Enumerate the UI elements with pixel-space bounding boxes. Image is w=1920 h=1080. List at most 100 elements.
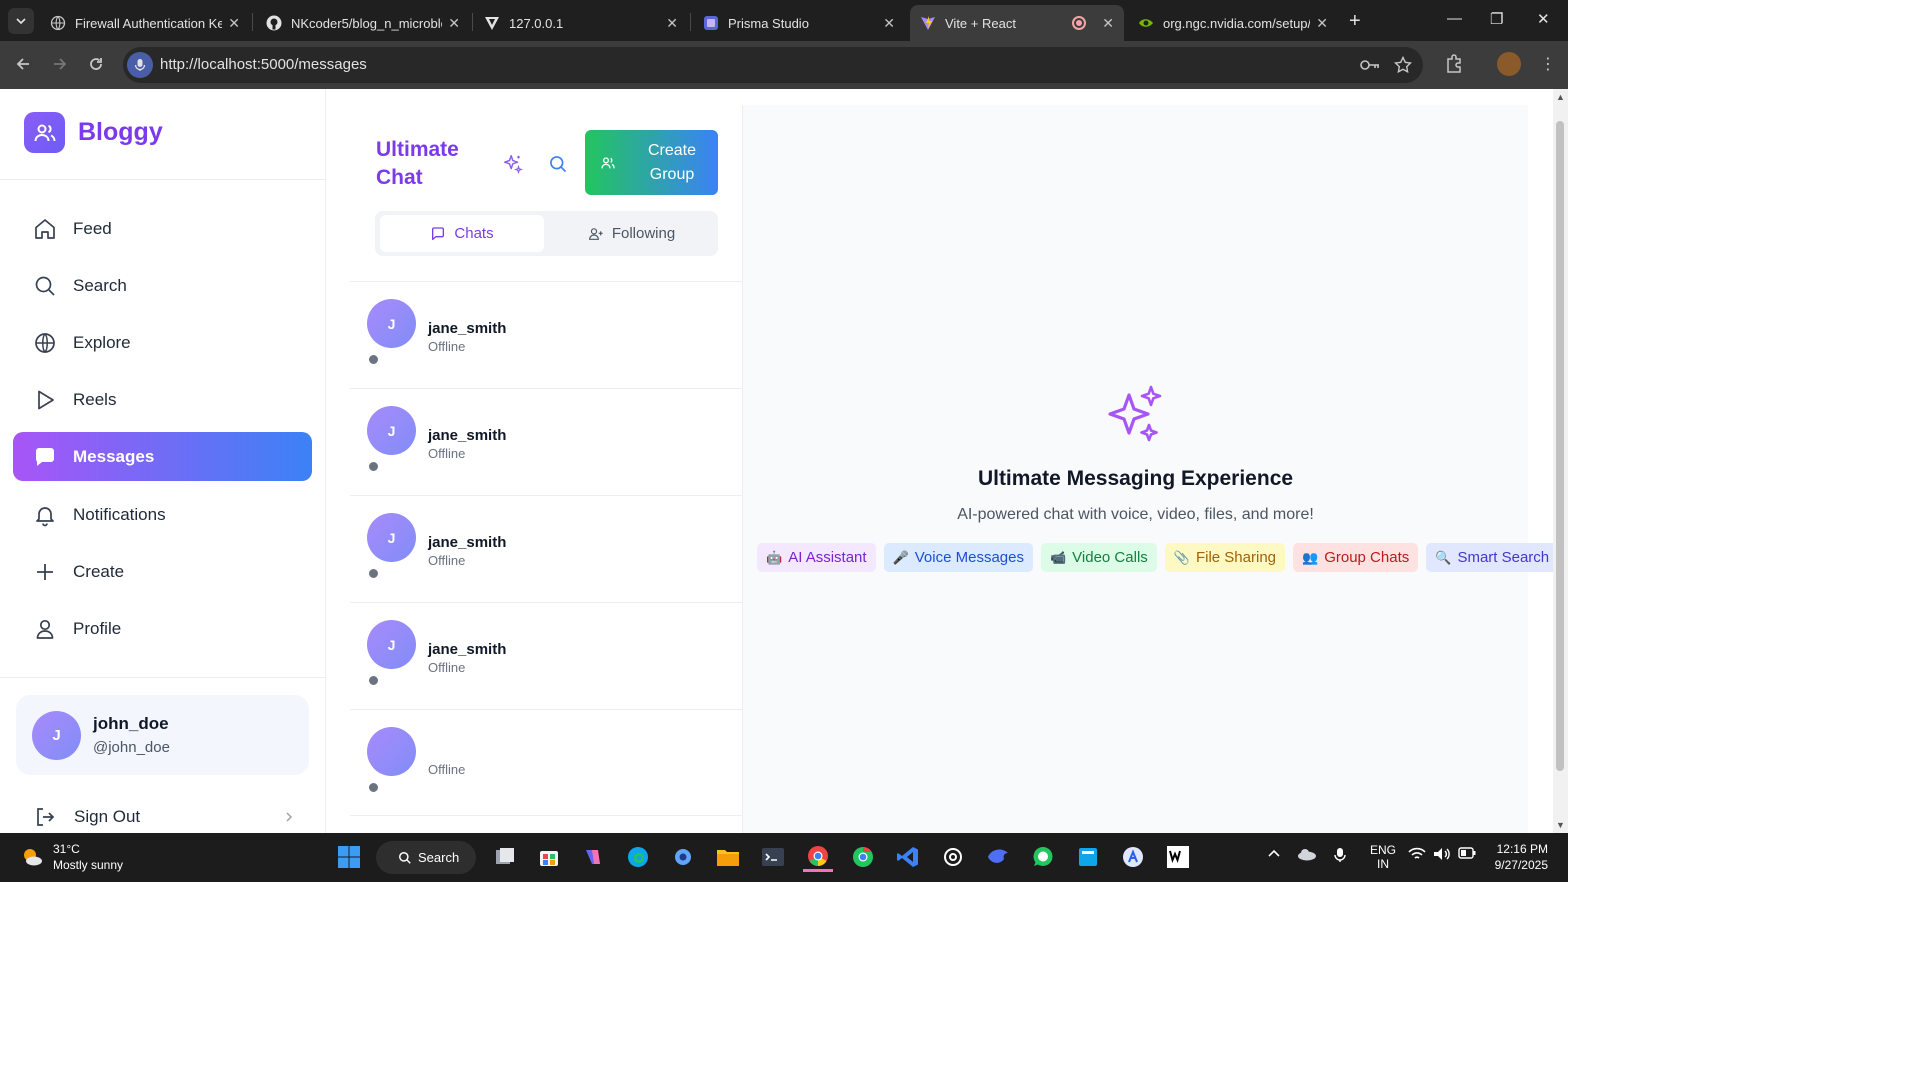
microphone-icon[interactable] <box>127 52 153 78</box>
feature-chip-video-calls: 📹 Video Calls <box>1040 543 1157 572</box>
whatsapp-icon[interactable] <box>1028 842 1058 872</box>
sign-out-label: Sign Out <box>74 807 141 826</box>
onedrive-icon[interactable] <box>1297 847 1317 861</box>
close-icon[interactable]: ✕ <box>666 15 678 32</box>
system-clock[interactable]: 12:16 PM 9/27/2025 <box>1490 841 1548 873</box>
browser-tab[interactable]: Prisma Studio ✕ <box>693 5 905 41</box>
taskbar-search[interactable]: Search <box>376 841 476 874</box>
scroll-thumb[interactable] <box>1556 121 1564 771</box>
paperclip-icon: 📎 <box>1173 549 1190 565</box>
nav-item-messages[interactable]: Messages <box>13 432 312 481</box>
github-icon <box>266 15 282 31</box>
windows-taskbar: 31°C Mostly sunny Search ENG IN 12:16 PM… <box>0 833 1568 882</box>
app-store-icon[interactable] <box>1118 842 1148 872</box>
vite-icon <box>920 15 936 31</box>
windows-start-icon[interactable] <box>334 842 364 872</box>
edge-icon[interactable] <box>623 842 653 872</box>
webstorm-icon[interactable] <box>1163 842 1193 872</box>
window-close-button[interactable]: ✕ <box>1537 10 1550 28</box>
empty-state-title: Ultimate Messaging Experience <box>977 467 1294 490</box>
chrome-icon[interactable] <box>803 842 833 872</box>
volume-icon[interactable] <box>1433 847 1451 861</box>
close-icon[interactable]: ✕ <box>1316 15 1328 32</box>
nav-item-feed[interactable]: Feed <box>13 204 312 253</box>
status-dot <box>367 674 380 687</box>
browser-tab[interactable]: 127.0.0.1 ✕ <box>474 5 688 41</box>
chrome-canary-icon[interactable] <box>848 842 878 872</box>
copilot-icon[interactable] <box>578 842 608 872</box>
minimize-button[interactable]: — <box>1447 10 1462 27</box>
browser-tab-active[interactable]: Vite + React ✕ <box>910 5 1124 41</box>
scroll-down-icon[interactable]: ▼ <box>1556 820 1565 830</box>
conversation-item[interactable]: J jane_smith Offline <box>350 495 742 602</box>
browser-tab[interactable]: NKcoder5/blog_n_microblo ✕ <box>256 5 470 41</box>
language-indicator[interactable]: ENG IN <box>1370 843 1396 871</box>
feature-chip-ai-assistant: 🤖 AI Assistant <box>757 543 876 572</box>
scroll-up-icon[interactable]: ▲ <box>1556 92 1565 102</box>
settings-gear-icon[interactable] <box>668 842 698 872</box>
wifi-icon[interactable] <box>1408 847 1426 861</box>
browser-tab[interactable]: org.ngc.nvidia.com/setup/ ✕ <box>1128 5 1338 41</box>
chevron-up-icon[interactable] <box>1267 847 1281 861</box>
back-button[interactable] <box>14 55 32 73</box>
chatgpt-icon[interactable] <box>938 842 968 872</box>
restore-button[interactable]: ❐ <box>1490 10 1503 28</box>
nav-item-reels[interactable]: Reels <box>13 375 312 424</box>
conversation-item[interactable]: J jane_smith Offline <box>350 388 742 495</box>
password-key-icon[interactable] <box>1360 57 1380 73</box>
tab-following[interactable]: Following <box>550 215 713 252</box>
bookmark-star-icon[interactable] <box>1394 56 1412 74</box>
brand-logo[interactable]: Bloggy <box>24 112 163 153</box>
browser-tab[interactable]: Firewall Authentication Ke ✕ <box>40 5 250 41</box>
nav-item-profile[interactable]: Profile <box>13 604 312 653</box>
vscode-icon[interactable] <box>893 842 923 872</box>
kebab-menu-icon[interactable]: ⋮ <box>1540 54 1556 74</box>
close-icon[interactable]: ✕ <box>228 15 240 32</box>
notes-app-icon[interactable] <box>1073 842 1103 872</box>
tab-title: 127.0.0.1 <box>509 15 564 31</box>
close-icon[interactable]: ✕ <box>448 15 460 32</box>
conversation-item[interactable]: J jane_smith Offline <box>350 602 742 709</box>
page-scrollbar[interactable]: ▲ ▼ <box>1553 89 1568 833</box>
tab-title: Prisma Studio <box>728 15 809 31</box>
tab-search-button[interactable] <box>8 8 34 34</box>
file-explorer-icon[interactable] <box>713 842 743 872</box>
tab-chats-label: Chats <box>454 225 494 242</box>
forward-button[interactable] <box>51 55 69 73</box>
new-tab-button[interactable]: + <box>1349 10 1361 33</box>
microphone-icon[interactable] <box>1333 847 1347 863</box>
conversation-item[interactable]: J jane_smith Offline <box>350 281 742 388</box>
create-group-button[interactable]: Create Group <box>585 130 718 195</box>
chevron-right-icon <box>283 811 295 823</box>
nav-item-explore[interactable]: Explore <box>13 318 312 367</box>
task-view-icon[interactable] <box>490 842 520 872</box>
extensions-icon[interactable] <box>1446 54 1464 74</box>
play-icon <box>33 388 57 412</box>
close-icon[interactable]: ✕ <box>883 15 895 32</box>
tab-title: NKcoder5/blog_n_microblo <box>291 15 443 31</box>
nav-label: Messages <box>73 446 155 466</box>
deepseek-icon[interactable] <box>983 842 1013 872</box>
nav-label: Create <box>73 561 125 581</box>
battery-icon[interactable] <box>1458 847 1476 859</box>
address-bar[interactable]: http://localhost:5000/messages <box>123 47 1423 83</box>
video-camera-icon: 📹 <box>1049 549 1067 565</box>
search-chats-button[interactable] <box>545 151 571 177</box>
terminal-icon[interactable] <box>758 842 788 872</box>
conversation-pane: Ultimate Messaging Experience AI-powered… <box>743 105 1559 833</box>
tab-chats[interactable]: Chats <box>380 215 544 252</box>
chat-list-panel: Ultimate Chat Create Group Chats Followi… <box>350 105 743 833</box>
nav-item-search[interactable]: Search <box>13 261 312 310</box>
current-user-card[interactable]: J john_doe @john_doe <box>16 695 309 775</box>
conversation-item[interactable]: Offline <box>350 709 742 816</box>
close-icon[interactable]: ✕ <box>1102 15 1114 32</box>
weather-widget[interactable]: 31°C Mostly sunny <box>20 841 123 873</box>
sign-out-button[interactable]: Sign Out <box>33 805 295 829</box>
store-icon[interactable] <box>534 842 564 872</box>
nav-item-create[interactable]: Create <box>13 547 312 596</box>
chip-label: Video Calls <box>1072 549 1148 566</box>
profile-avatar[interactable] <box>1497 52 1521 76</box>
reload-button[interactable] <box>87 55 105 73</box>
ai-sparkles-button[interactable] <box>500 151 526 177</box>
nav-item-notifications[interactable]: Notifications <box>13 490 312 539</box>
